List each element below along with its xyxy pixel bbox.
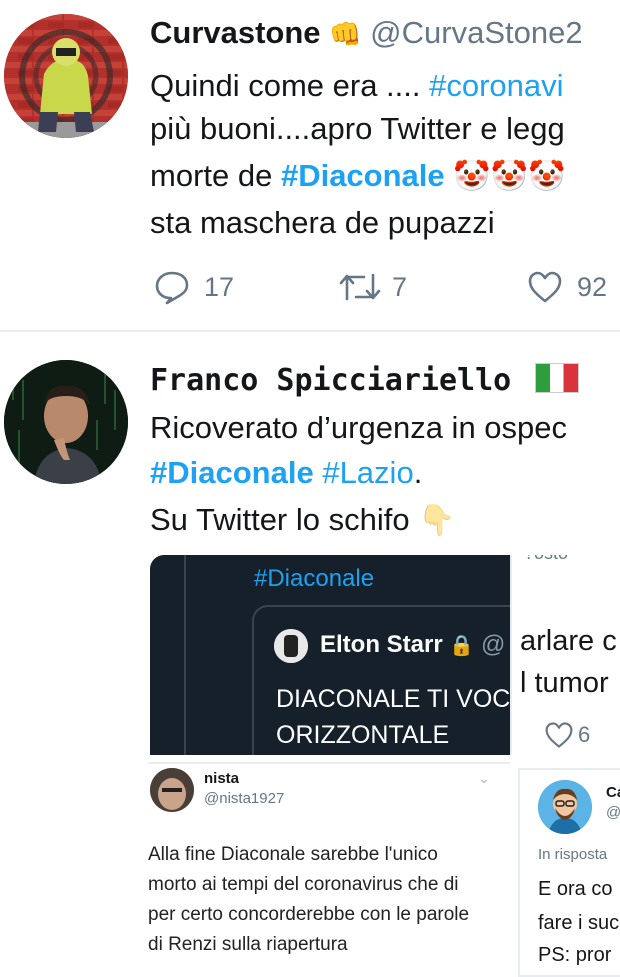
user-name-row[interactable]: Curvastone 👊 @CurvaStone2 (150, 14, 583, 53)
retweet-button[interactable]: 7 (338, 267, 407, 307)
display-name[interactable]: Curvastone (150, 15, 321, 50)
user-handle: @ (606, 804, 620, 821)
fist-emoji-icon: 👊 (329, 19, 362, 49)
media-screenshot-reply[interactable]: Ca @ In risposta E ora co fare i suc PS:… (518, 768, 620, 977)
hashtag-link[interactable]: #coronavi (429, 68, 563, 103)
text-segment: Su Twitter lo schifo (150, 502, 410, 537)
quoted-display-name: Elton Starr (320, 631, 443, 658)
user-name: Ca (606, 784, 620, 801)
like-count: 92 (577, 271, 608, 302)
tweet-text-line: morte de #Diaconale 🤡🤡🤡 (150, 157, 565, 196)
clown-emoji-icon: 🤡🤡🤡 (453, 160, 566, 193)
retweet-icon (339, 273, 381, 301)
heart-icon (545, 722, 573, 748)
quoted-handle: @ (480, 631, 506, 658)
tweet-text-line: Alla fine Diaconale sarebbe l'unico (148, 844, 438, 865)
tweet-curvastone[interactable]: Curvastone 👊 @CurvaStone2 Quindi come er… (0, 0, 620, 330)
text-segment: morte de (150, 158, 281, 193)
pointing-down-emoji-icon: 👇 (418, 504, 456, 537)
avatar (150, 768, 194, 812)
tweet-franco-spicciariello[interactable]: Franco Spicciariello Ricoverato d’urgenz… (0, 332, 620, 977)
like-button[interactable]: 6 (544, 721, 590, 749)
hashtag-link[interactable]: #Diaconale (281, 158, 445, 193)
like-button[interactable]: 92 (527, 267, 607, 307)
tweet-text-line: Su Twitter lo schifo 👇 (150, 501, 456, 540)
user-name-row[interactable]: Franco Spicciariello (150, 362, 580, 400)
display-name[interactable]: Franco Spicciariello (150, 363, 511, 398)
media-screenshot-right[interactable]: ?osto arlare c l tumor 6 (510, 555, 620, 755)
tweet-text-line: di Renzi sulla riapertura (148, 934, 348, 955)
avatar[interactable] (4, 14, 128, 138)
chevron-down-icon[interactable]: ⌄ (478, 770, 490, 787)
handle[interactable]: @CurvaStone2 (370, 15, 582, 50)
avatar (538, 780, 592, 834)
tweet-text-line: #Diaconale #Lazio. (150, 454, 422, 492)
user-name: nista (204, 770, 240, 787)
avatar[interactable] (4, 360, 128, 484)
retweet-count: 7 (392, 271, 408, 302)
reply-count: 17 (204, 271, 235, 302)
text-fragment: ?osto (524, 555, 568, 564)
text-segment: . (413, 455, 423, 490)
tweet-text-line: E ora co (538, 878, 613, 900)
text-fragment: l tumor (520, 667, 609, 699)
tweet-text-line: PS: pror (538, 944, 612, 966)
tweet-text-line: Quindi come era .... #coronavi (150, 67, 564, 105)
tweet-text-line: sta maschera de pupazzi (150, 205, 495, 240)
user-handle: @nista1927 (204, 790, 285, 807)
lock-icon: 🔒 (449, 635, 475, 657)
hashtag-link[interactable]: #Diaconale (150, 455, 314, 490)
text-fragment: arlare c (520, 625, 617, 657)
tweet-text-line: fare i suc (538, 912, 620, 934)
quoted-text-line: DIACONALE TI VOC (276, 685, 510, 713)
tweet-text-line: Ricoverato d’urgenza in ospec (150, 410, 568, 445)
media-screenshot-nista[interactable]: nista @nista1927 ⌄ Alla fine Diaconale s… (148, 762, 510, 975)
heart-icon (528, 271, 562, 303)
tweet-text-line: per certo concorderebbe con le parole (148, 904, 470, 925)
avatar (274, 629, 308, 663)
reply-button[interactable]: 17 (154, 267, 234, 307)
italy-flag-icon (535, 363, 580, 393)
media-screenshot-dark[interactable]: #Diaconale Elton Starr 🔒 @ DIACONALE TI … (150, 555, 510, 755)
tweet-text-line: più buoni....apro Twitter e legg (150, 111, 565, 146)
quoted-text-line: ORIZZONTALE (276, 721, 450, 749)
like-count: 6 (578, 722, 591, 747)
reply-context: In risposta (538, 846, 608, 863)
hashtag-link[interactable]: #Lazio (322, 455, 413, 490)
hashtag-link[interactable]: #Diaconale (254, 565, 374, 593)
reply-icon (155, 271, 189, 305)
text-segment: Quindi come era .... (150, 68, 430, 103)
thread-line (184, 555, 186, 755)
quoted-tweet-card[interactable]: Elton Starr 🔒 @ DIACONALE TI VOC ORIZZON… (252, 605, 510, 755)
tweet-text-line: morto ai tempi del coronavirus che di (148, 874, 459, 895)
